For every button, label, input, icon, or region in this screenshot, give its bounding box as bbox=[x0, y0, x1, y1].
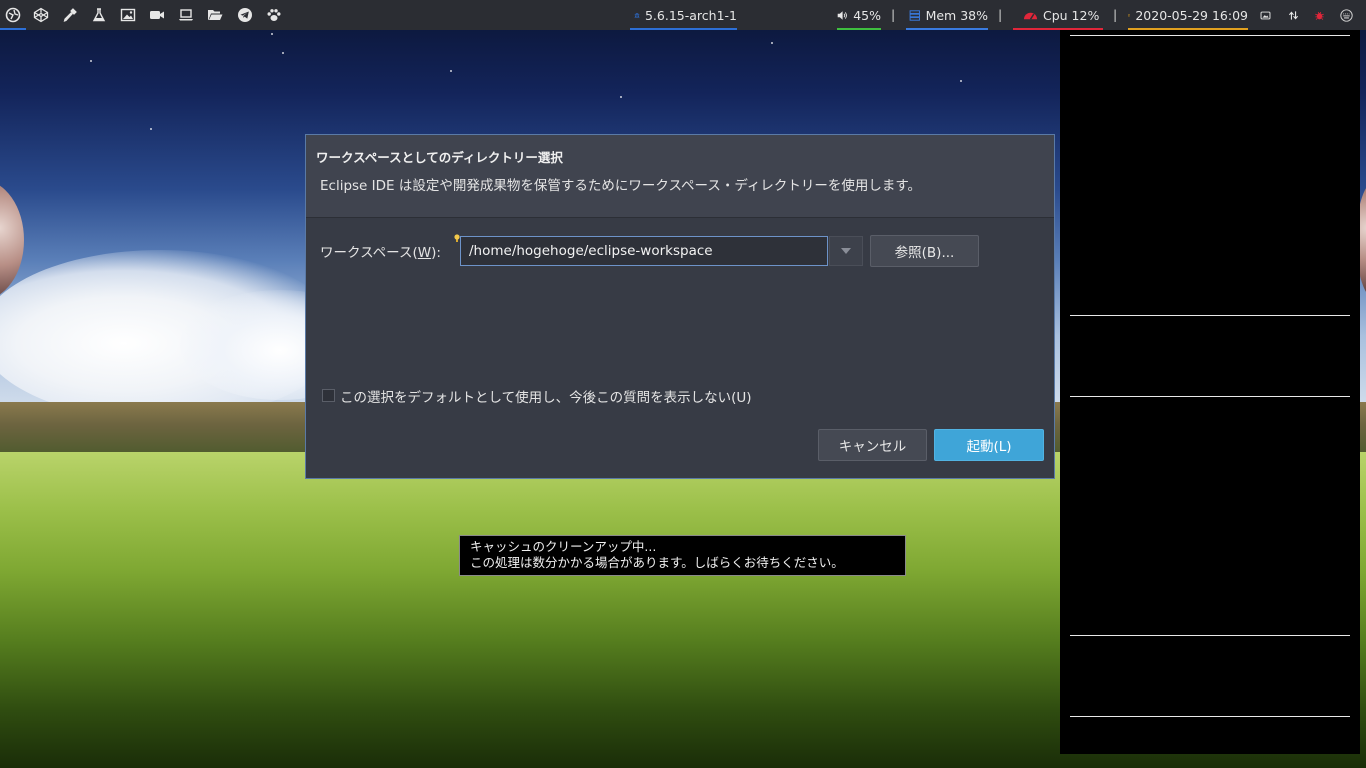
date-time: 2020-05-29 16:09 bbox=[1135, 7, 1248, 23]
eyedropper-icon[interactable] bbox=[57, 0, 83, 30]
workspace-path-input[interactable] bbox=[460, 236, 828, 266]
panel-separator: | bbox=[998, 7, 1003, 22]
workspace-label-prefix: ワークスペース( bbox=[320, 245, 418, 261]
volume-level: 45% bbox=[853, 7, 881, 23]
memory-usage: Mem 38% bbox=[925, 7, 988, 23]
gauge-icon bbox=[1023, 12, 1038, 20]
workspace-history-dropdown[interactable] bbox=[829, 236, 863, 266]
panel-divider bbox=[1070, 635, 1350, 636]
network-arrows-icon[interactable] bbox=[1288, 0, 1304, 30]
telegram-icon[interactable] bbox=[232, 0, 258, 30]
panel-separator: | bbox=[1113, 7, 1118, 22]
panel-divider bbox=[1070, 716, 1350, 717]
bank-icon bbox=[634, 12, 640, 18]
dialog-title: ワークスペースとしてのディレクトリー選択 bbox=[316, 150, 563, 165]
cpu-indicator[interactable]: Cpu 12% bbox=[1013, 0, 1103, 30]
use-default-label[interactable]: この選択をデフォルトとして使用し、今後この質問を表示しない(U) bbox=[340, 386, 752, 406]
screenshot-tray-icon[interactable] bbox=[1260, 0, 1276, 30]
browse-button[interactable]: 参照(B)... bbox=[870, 235, 979, 267]
panel-separator: | bbox=[891, 7, 896, 22]
cache-cleanup-notification: キャッシュのクリーンアップ中... この処理は数分かかる場合があります。しばらく… bbox=[459, 535, 906, 576]
keyboard-tray-icon[interactable] bbox=[1340, 0, 1358, 30]
folder-open-icon[interactable] bbox=[202, 0, 228, 30]
use-default-checkbox[interactable] bbox=[322, 389, 335, 402]
launch-button[interactable]: 起動(L) bbox=[934, 429, 1044, 461]
top-panel: 5.6.15-arch1-1 45% | Mem 38% | Cpu 12% |… bbox=[0, 0, 1366, 30]
notification-line-2: この処理は数分かかる場合があります。しばらくお待ちください。 bbox=[470, 555, 844, 570]
workspace-launcher-dialog: ワークスペースとしてのディレクトリー選択 Eclipse IDE は設定や開発成… bbox=[305, 134, 1055, 479]
workspace-label-mnemonic: W bbox=[417, 245, 432, 261]
panel-divider bbox=[1070, 315, 1350, 316]
calendar-icon bbox=[1128, 14, 1131, 17]
flask-icon[interactable] bbox=[86, 0, 112, 30]
codepen-icon[interactable] bbox=[28, 0, 54, 30]
memory-indicator[interactable]: Mem 38% bbox=[906, 0, 988, 30]
image-icon[interactable] bbox=[115, 0, 141, 30]
workspace-label: ワークスペース(W): bbox=[320, 241, 441, 261]
video-camera-icon[interactable] bbox=[144, 0, 170, 30]
cancel-button[interactable]: キャンセル bbox=[818, 429, 927, 461]
workspace-label-suffix: ): bbox=[431, 245, 441, 261]
laptop-icon[interactable] bbox=[173, 0, 199, 30]
paw-icon[interactable] bbox=[261, 0, 287, 30]
side-widget-panel bbox=[1060, 30, 1360, 754]
volume-indicator[interactable]: 45% bbox=[837, 0, 881, 30]
chevron-down-icon bbox=[841, 248, 851, 254]
browser-icon[interactable] bbox=[0, 0, 26, 30]
panel-divider bbox=[1070, 35, 1350, 36]
panel-divider bbox=[1070, 396, 1350, 397]
kernel-version: 5.6.15-arch1-1 bbox=[644, 7, 737, 23]
clock-indicator[interactable]: 2020-05-29 16:09 bbox=[1128, 0, 1248, 30]
dialog-message: Eclipse IDE は設定や開発成果物を保管するためにワークスペース・ディレ… bbox=[320, 178, 922, 194]
cpu-usage: Cpu 12% bbox=[1043, 7, 1100, 23]
speaker-icon bbox=[837, 10, 847, 20]
notification-line-1: キャッシュのクリーンアップ中... bbox=[470, 539, 657, 554]
kernel-indicator[interactable]: 5.6.15-arch1-1 bbox=[630, 0, 737, 30]
server-icon bbox=[909, 9, 920, 21]
bug-tray-icon[interactable] bbox=[1314, 0, 1330, 30]
